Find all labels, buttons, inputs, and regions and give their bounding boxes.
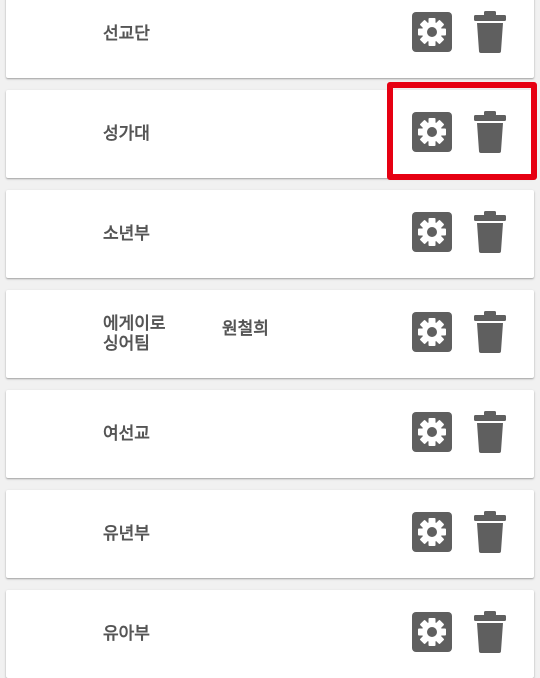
group-card[interactable]: 선교단 — [6, 0, 534, 78]
gear-icon — [412, 212, 452, 256]
delete-button[interactable] — [470, 511, 510, 557]
group-card[interactable]: 유년부 — [6, 490, 534, 578]
group-name: 에게이로 싱어팀 — [103, 314, 166, 354]
delete-button[interactable] — [470, 411, 510, 457]
delete-button[interactable] — [470, 211, 510, 257]
gear-icon — [412, 312, 452, 356]
group-leader: 원철희 — [222, 319, 269, 339]
trash-icon — [470, 211, 510, 257]
gear-icon — [412, 612, 452, 656]
settings-button[interactable] — [412, 612, 452, 656]
group-name: 유아부 — [103, 624, 150, 644]
gear-icon — [412, 512, 452, 556]
group-name: 소년부 — [103, 224, 150, 244]
group-card[interactable]: 유아부 — [6, 590, 534, 678]
settings-button[interactable] — [412, 12, 452, 56]
trash-icon — [470, 411, 510, 457]
trash-icon — [470, 11, 510, 57]
settings-button[interactable] — [412, 412, 452, 456]
settings-button[interactable] — [412, 212, 452, 256]
gear-icon — [412, 412, 452, 456]
group-card[interactable]: 에게이로 싱어팀 원철희 — [6, 290, 534, 378]
group-name: 성가대 — [103, 124, 150, 144]
delete-button[interactable] — [470, 311, 510, 357]
group-name: 유년부 — [103, 524, 150, 544]
group-name: 선교단 — [103, 24, 150, 44]
trash-icon — [470, 611, 510, 657]
trash-icon — [470, 511, 510, 557]
trash-icon — [470, 311, 510, 357]
group-card[interactable]: 소년부 — [6, 190, 534, 278]
settings-button[interactable] — [412, 512, 452, 556]
delete-button[interactable] — [470, 611, 510, 657]
highlight-box — [387, 82, 537, 180]
group-name: 여선교 — [103, 424, 150, 444]
gear-icon — [412, 12, 452, 56]
group-card[interactable]: 여선교 — [6, 390, 534, 478]
delete-button[interactable] — [470, 11, 510, 57]
settings-button[interactable] — [412, 312, 452, 356]
